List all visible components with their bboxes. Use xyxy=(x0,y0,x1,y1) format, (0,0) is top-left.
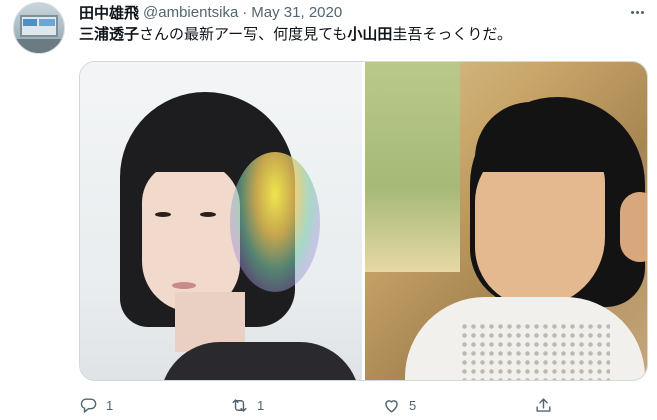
tweet-text-bold-1: 三浦透子 xyxy=(79,26,140,43)
photo-eye xyxy=(200,212,216,217)
tweet-media xyxy=(79,61,648,381)
retweet-count: 1 xyxy=(257,397,265,413)
author-handle[interactable]: @ambientsika xyxy=(143,4,238,21)
tweet-header: 田中雄飛 @ambientsika · May 31, 2020 xyxy=(79,2,342,22)
tweet-text: 三浦透子さんの最新アー写、何度見ても小山田圭吾そっくりだ。 xyxy=(79,25,512,45)
like-count: 5 xyxy=(409,397,417,413)
photo-window xyxy=(365,62,460,272)
photo-right[interactable] xyxy=(365,62,647,380)
photo-hand xyxy=(620,192,647,262)
photo-face xyxy=(142,162,240,312)
more-dot xyxy=(635,10,639,14)
tweet-text-part-4: 圭吾そっくりだ。 xyxy=(392,26,512,43)
photo-light-flare xyxy=(230,152,320,292)
tweet-actions: 1 1 5 xyxy=(79,393,648,417)
share-button[interactable] xyxy=(534,393,553,417)
avatar[interactable] xyxy=(13,2,65,54)
photo-left[interactable] xyxy=(80,62,362,380)
reply-button[interactable]: 1 xyxy=(79,393,113,417)
tweet-date[interactable]: May 31, 2020 xyxy=(251,4,342,21)
avatar-art-block xyxy=(23,19,37,26)
avatar-art-base xyxy=(14,39,64,53)
retweet-icon xyxy=(230,396,249,415)
photo-shirt-pattern xyxy=(460,322,610,380)
avatar-art-block xyxy=(39,19,55,26)
reply-icon xyxy=(79,396,98,415)
author-name[interactable]: 田中雄飛 xyxy=(79,2,139,23)
photo-lips xyxy=(172,282,196,289)
share-icon xyxy=(534,396,553,415)
tweet-text-part-2: さんの最新アー写、何度見ても xyxy=(139,26,348,43)
reply-count: 1 xyxy=(106,397,114,413)
more-horizontal-icon[interactable] xyxy=(625,4,649,20)
like-button[interactable]: 5 xyxy=(382,393,416,417)
tweet-text-bold-2: 小山田 xyxy=(347,26,393,43)
photo-fringe xyxy=(475,102,625,172)
more-dot xyxy=(640,10,644,14)
tweet-card[interactable]: 田中雄飛 @ambientsika · May 31, 2020 三浦透子さんの… xyxy=(0,0,657,420)
photo-eye xyxy=(155,212,171,217)
header-separator: · xyxy=(242,3,248,21)
more-dot xyxy=(630,10,634,14)
retweet-button[interactable]: 1 xyxy=(230,393,264,417)
heart-icon xyxy=(382,396,401,415)
